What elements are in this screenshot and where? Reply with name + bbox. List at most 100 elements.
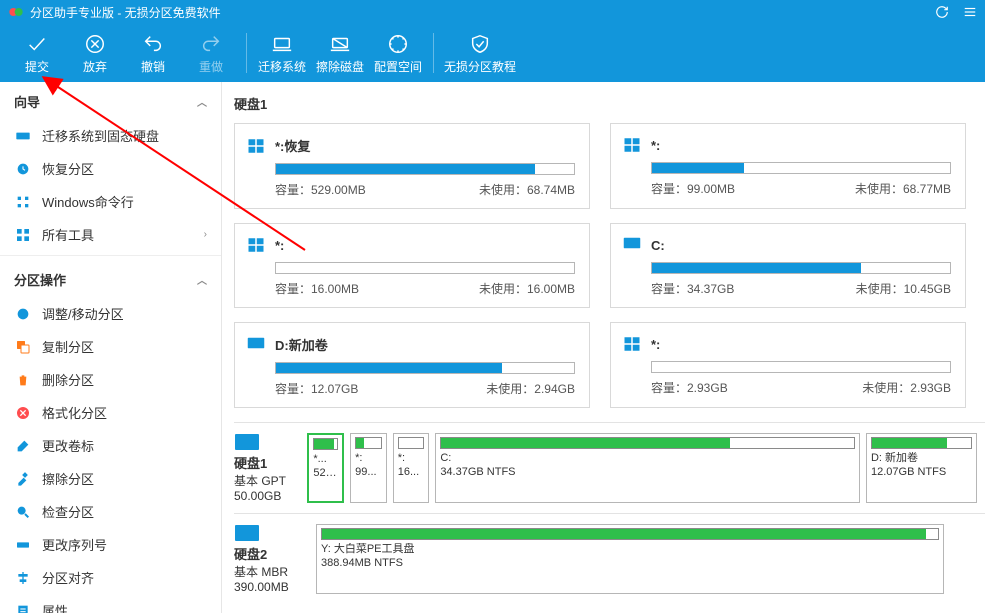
- segment-size: 34.37GB NTFS: [440, 466, 855, 480]
- toolbar-undo-button[interactable]: 撤销: [124, 32, 182, 75]
- undo-icon: [142, 32, 164, 56]
- partition-name: D:新加卷: [275, 335, 328, 354]
- disk-segment[interactable]: *:99...: [350, 433, 387, 503]
- sidebar-item[interactable]: Windows命令行: [0, 185, 221, 218]
- titlebar: 分区助手专业版 - 无损分区免费软件: [0, 0, 985, 24]
- partition-name: *:: [275, 238, 284, 253]
- segment-size: 99...: [355, 466, 382, 480]
- app-logo-icon: [8, 4, 24, 20]
- disk-bar-section: 硬盘2基本 MBR390.00MBY: 大白菜PE工具盘388.94MB NTF…: [234, 513, 985, 604]
- partition-icon: [623, 335, 641, 353]
- toolbar-erase-button[interactable]: 擦除磁盘: [311, 32, 369, 75]
- partition-name: *:: [651, 138, 660, 153]
- partition-name: *:: [651, 337, 660, 352]
- sidebar-item[interactable]: 格式化分区: [0, 396, 221, 429]
- partition-icon: [247, 236, 265, 254]
- sidebar-item[interactable]: 所有工具›: [0, 218, 221, 251]
- sidebar-item[interactable]: 更改序列号: [0, 528, 221, 561]
- check2-icon: [14, 503, 32, 521]
- disk-info[interactable]: 硬盘2基本 MBR390.00MB: [234, 524, 310, 594]
- cmd-icon: [14, 193, 32, 211]
- sidebar-item[interactable]: 属性: [0, 594, 221, 613]
- sidebar-section-header[interactable]: 分区操作︿: [0, 260, 221, 297]
- partition-card[interactable]: *: 容量：2.93GB未使用：2.93GB: [610, 322, 966, 408]
- toolbar-shield-button[interactable]: 无损分区教程: [440, 32, 520, 75]
- ssd-icon: [14, 127, 32, 145]
- toolbar-cancel-button[interactable]: 放弃: [66, 32, 124, 75]
- usage-bar: [275, 262, 575, 274]
- partition-icon: [247, 336, 265, 354]
- sidebar-item[interactable]: 迁移系统到固态硬盘: [0, 119, 221, 152]
- partition-card[interactable]: *: 容量：16.00MB未使用：16.00MB: [234, 223, 590, 308]
- recover-icon: [14, 160, 32, 178]
- segment-name: *:: [355, 452, 382, 466]
- sidebar-item[interactable]: 删除分区: [0, 363, 221, 396]
- sidebar-item-label: 所有工具: [42, 225, 204, 244]
- format-icon: [14, 404, 32, 422]
- partition-card[interactable]: *:恢复 容量：529.00MB未使用：68.74MB: [234, 123, 590, 209]
- disk-segment[interactable]: C:34.37GB NTFS: [435, 433, 860, 503]
- segment-name: C:: [440, 452, 855, 466]
- resize-icon: [14, 305, 32, 323]
- segment-size: 388.94MB NTFS: [321, 557, 939, 571]
- capacity-label: 容量：99.00MB: [651, 180, 735, 197]
- config-icon: [387, 32, 409, 56]
- disk-segment[interactable]: D: 新加卷12.07GB NTFS: [866, 433, 977, 503]
- segment-name: Y: 大白菜PE工具盘: [321, 543, 939, 557]
- sidebar-item[interactable]: 检查分区: [0, 495, 221, 528]
- sidebar-item[interactable]: 调整/移动分区: [0, 297, 221, 330]
- align-icon: [14, 569, 32, 587]
- wipe-icon: [14, 470, 32, 488]
- segment-size: 12.07GB NTFS: [871, 466, 972, 480]
- segment-name: D: 新加卷: [871, 452, 972, 466]
- prop-icon: [14, 602, 32, 613]
- segment-bar: [313, 438, 338, 450]
- sidebar-item[interactable]: 更改卷标: [0, 429, 221, 462]
- menu-icon[interactable]: [963, 5, 977, 19]
- sidebar-item-label: 擦除分区: [42, 469, 207, 488]
- partition-card[interactable]: D:新加卷 容量：12.07GB未使用：2.94GB: [234, 322, 590, 408]
- sidebar-item-label: 删除分区: [42, 370, 207, 389]
- toolbar-redo-button[interactable]: 重做: [182, 32, 240, 75]
- disk-segment[interactable]: *:16...: [393, 433, 430, 503]
- capacity-label: 容量：16.00MB: [275, 280, 359, 297]
- sidebar-item-label: Windows命令行: [42, 192, 207, 211]
- partition-card[interactable]: C: 容量：34.37GB未使用：10.45GB: [610, 223, 966, 308]
- sidebar: 向导︿ 迁移系统到固态硬盘恢复分区 Windows命令行所有工具› 分区操作︿调整/移…: [0, 82, 222, 613]
- segment-bar: [398, 437, 425, 449]
- sidebar-item-label: 迁移系统到固态硬盘: [42, 126, 207, 145]
- alltools-icon: [14, 226, 32, 244]
- segment-name: *:: [398, 452, 425, 466]
- sidebar-item[interactable]: 分区对齐: [0, 561, 221, 594]
- segment-size: 16...: [398, 466, 425, 480]
- sidebar-item[interactable]: 擦除分区: [0, 462, 221, 495]
- label-icon: [14, 437, 32, 455]
- toolbar-config-button[interactable]: 配置空间: [369, 32, 427, 75]
- sidebar-item[interactable]: 恢复分区: [0, 152, 221, 185]
- redo-icon: [200, 32, 222, 56]
- usage-bar: [275, 362, 575, 374]
- sidebar-item-label: 复制分区: [42, 337, 207, 356]
- sidebar-section-header[interactable]: 向导︿: [0, 82, 221, 119]
- chevron-up-icon: ︿: [197, 272, 207, 287]
- delete-icon: [14, 371, 32, 389]
- free-label: 未使用：68.74MB: [479, 181, 575, 198]
- partition-card[interactable]: *: 容量：99.00MB未使用：68.77MB: [610, 123, 966, 209]
- refresh-icon[interactable]: [935, 5, 949, 19]
- usage-bar: [651, 162, 951, 174]
- migrate-icon: [270, 32, 294, 56]
- capacity-label: 容量：529.00MB: [275, 181, 366, 198]
- toolbar-migrate-button[interactable]: 迁移系统: [253, 32, 311, 75]
- free-label: 未使用：2.93GB: [862, 379, 951, 396]
- drive-icon: [234, 524, 260, 542]
- toolbar: 提交放弃撤销重做迁移系统擦除磁盘配置空间无损分区教程: [0, 24, 985, 82]
- sidebar-item-label: 分区对齐: [42, 568, 207, 587]
- disk-segment[interactable]: *...529...: [307, 433, 344, 503]
- sidebar-item[interactable]: 复制分区: [0, 330, 221, 363]
- disk-segment[interactable]: Y: 大白菜PE工具盘388.94MB NTFS: [316, 524, 944, 594]
- sidebar-item-label: 恢复分区: [42, 159, 207, 178]
- usage-bar: [651, 262, 951, 274]
- toolbar-check-button[interactable]: 提交: [8, 32, 66, 75]
- disk-info[interactable]: 硬盘1基本 GPT50.00GB: [234, 433, 301, 503]
- partition-name: C:: [651, 238, 665, 253]
